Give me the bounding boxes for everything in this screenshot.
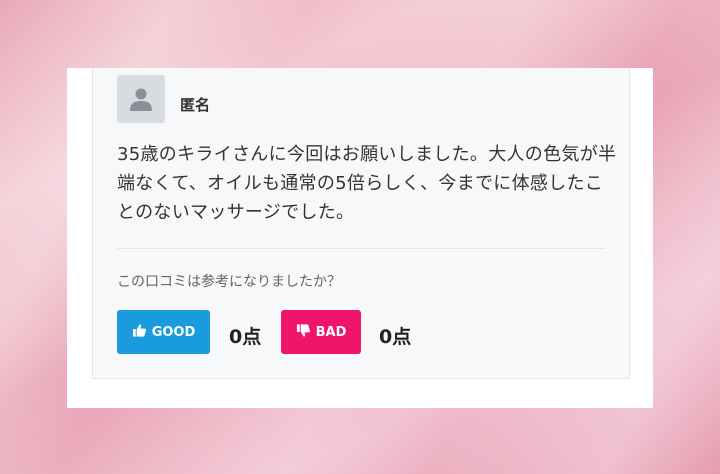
good-label: GOOD: [151, 324, 196, 340]
bad-count: 0点: [379, 326, 412, 348]
reviewer-name: 匿名: [180, 96, 211, 114]
good-count: 0点: [229, 326, 262, 348]
divider: [117, 248, 605, 249]
helpful-question: この口コミは参考になりましたか？: [117, 274, 341, 290]
bad-button[interactable]: BAD: [281, 310, 361, 354]
thumbs-down-icon: [296, 323, 311, 342]
bad-label: BAD: [315, 324, 347, 340]
review-card: 匿名 35歳のキライさんに今回はお願いしました。大人の色気が半端なくて、オイルも…: [67, 68, 653, 408]
review-body: 匿名 35歳のキライさんに今回はお願いしました。大人の色気が半端なくて、オイルも…: [92, 68, 630, 379]
user-avatar-icon: [117, 75, 165, 123]
good-button[interactable]: GOOD: [117, 310, 210, 354]
thumbs-up-icon: [132, 323, 147, 342]
review-text: 35歳のキライさんに今回はお願いしました。大人の色気が半端なくて、オイルも通常の…: [117, 144, 617, 223]
